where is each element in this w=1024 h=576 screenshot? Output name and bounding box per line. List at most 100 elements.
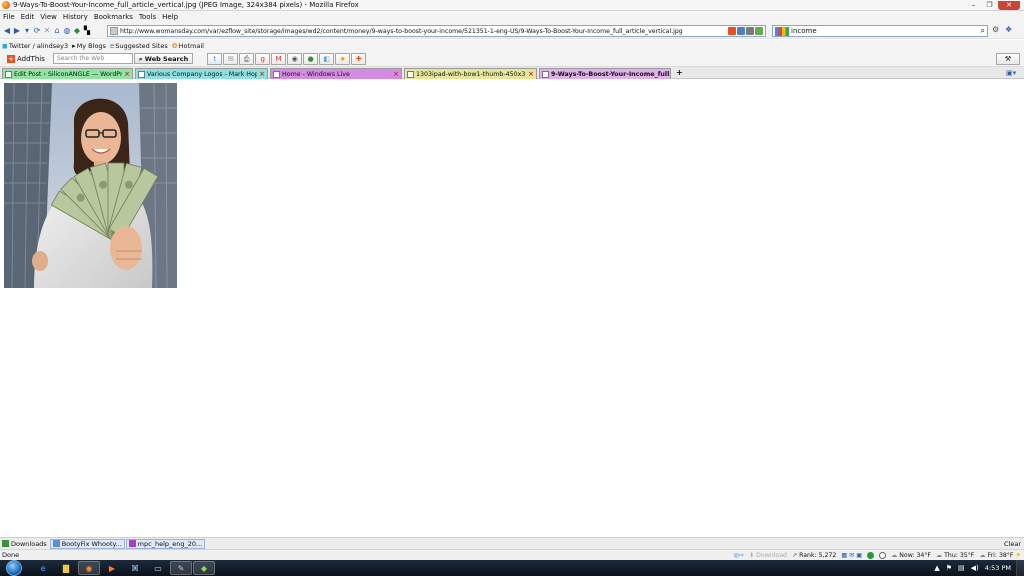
go-arrow-icon[interactable] bbox=[746, 27, 754, 35]
weather-thu[interactable]: ☁ Thu: 35°F bbox=[936, 552, 974, 559]
download-item[interactable]: mpc_help_eng_20... bbox=[125, 538, 206, 549]
taskbar-app-icon[interactable]: ◆ bbox=[193, 561, 215, 575]
window-title: 9-Ways-To-Boost-Your-Income_full_article… bbox=[13, 1, 359, 9]
tab-company-logos[interactable]: Various Company Logos - Mark Hopk... × bbox=[135, 68, 268, 79]
tab-close-icon[interactable]: × bbox=[124, 70, 130, 78]
taskbar-media-icon[interactable]: ▶ bbox=[101, 561, 123, 575]
search-input[interactable]: income bbox=[791, 27, 981, 35]
download-status[interactable]: ⬇ Download bbox=[749, 552, 787, 559]
status-bar: Done ◎⇨ ⬇ Download ↗ Rank: 5,272 ▦ ✉ ▣ ☁… bbox=[0, 549, 1024, 560]
twitter-share-icon[interactable]: t bbox=[207, 52, 223, 65]
menu-file[interactable]: File bbox=[0, 13, 18, 21]
windows-taskbar: e ▇ ◉ ▶ ⌘ ▭ ✎ ◆ ▲ ⚑ ▤ ◀) 4:53 PM bbox=[0, 560, 1024, 576]
menu-tools[interactable]: Tools bbox=[136, 13, 159, 21]
menu-bookmarks[interactable]: Bookmarks bbox=[91, 13, 136, 21]
rss-icon[interactable] bbox=[737, 27, 745, 35]
tray-volume-icon[interactable]: ◀) bbox=[971, 564, 979, 572]
taskbar-network-icon[interactable]: ⌘ bbox=[124, 561, 146, 575]
tab-wordpress[interactable]: Edit Post ‹ SiliconANGLE — WordPress × bbox=[2, 68, 133, 79]
menu-bar: File Edit View History Bookmarks Tools H… bbox=[0, 11, 1024, 22]
minimize-button[interactable]: – bbox=[966, 1, 981, 10]
forward-icon[interactable]: ▶ bbox=[12, 26, 22, 35]
new-tab-button[interactable]: + bbox=[676, 68, 683, 77]
taskbar-display-icon[interactable]: ▭ bbox=[147, 561, 169, 575]
web-search-button[interactable]: ⌕ Web Search bbox=[133, 53, 194, 64]
tab-windows-live[interactable]: Home - Windows Live × bbox=[270, 68, 402, 79]
reload-icon[interactable]: ⟳ bbox=[32, 26, 42, 35]
back-icon[interactable]: ◀ bbox=[2, 26, 12, 35]
downloads-button[interactable]: Downloads bbox=[0, 539, 49, 549]
email-icon[interactable]: ✉ bbox=[223, 52, 239, 65]
start-button[interactable] bbox=[6, 560, 22, 576]
stumble-icon[interactable]: ◉ bbox=[287, 52, 303, 65]
page-rank-icon[interactable] bbox=[755, 27, 763, 35]
firefox-logo-icon bbox=[2, 1, 10, 9]
ie-icon: e bbox=[109, 41, 115, 50]
web-search-input[interactable]: Search the Web bbox=[52, 53, 133, 64]
taskbar-ie-icon[interactable]: e bbox=[32, 561, 54, 575]
sync-icon[interactable]: ◍ bbox=[62, 26, 72, 35]
menu-view[interactable]: View bbox=[37, 13, 60, 21]
url-text[interactable]: http://www.womansday.com/var/ezflow_site… bbox=[120, 28, 728, 35]
image-favicon-icon bbox=[542, 70, 549, 78]
tab-current-image[interactable]: 9-Ways-To-Boost-Your-Income_full... bbox=[539, 68, 671, 79]
google-engine-icon[interactable] bbox=[775, 26, 789, 36]
network-status-icon[interactable]: ◎⇨ bbox=[733, 552, 744, 559]
close-window-button[interactable]: ✕ bbox=[998, 0, 1020, 10]
taskbar-firefox-icon[interactable]: ◉ bbox=[78, 561, 100, 575]
history-dropdown-icon[interactable]: ▾ bbox=[22, 26, 32, 35]
windows-live-favicon-icon bbox=[273, 70, 280, 78]
home-icon[interactable]: ⌂ bbox=[52, 26, 62, 35]
tray-network-icon[interactable]: ▤ bbox=[958, 564, 965, 572]
timer-icon[interactable] bbox=[879, 551, 887, 559]
show-desktop-button[interactable] bbox=[1016, 560, 1024, 576]
tab-close-icon[interactable]: × bbox=[393, 70, 399, 78]
weather-fri[interactable]: ☁ Fri: 38°F ☀ bbox=[979, 552, 1021, 559]
taskbar-explorer-icon[interactable]: ▇ bbox=[55, 561, 77, 575]
menu-help[interactable]: Help bbox=[159, 13, 181, 21]
delicious-icon[interactable]: ◧ bbox=[319, 52, 335, 65]
tab-close-icon[interactable]: × bbox=[528, 70, 534, 78]
bookmark-panel-icon[interactable]: ❖ bbox=[1005, 25, 1015, 36]
cloud-icon: ☁ bbox=[936, 551, 943, 559]
tab-ipad-thumb[interactable]: 1303ipad-with-bow1-thumb-450x355-... × bbox=[404, 68, 537, 79]
more-share-icon[interactable]: ✚ bbox=[351, 52, 367, 65]
gmail-icon[interactable]: M bbox=[271, 52, 287, 65]
alexa-rank[interactable]: ↗ Rank: 5,272 bbox=[792, 552, 836, 559]
window-title-bar: 9-Ways-To-Boost-Your-Income_full_article… bbox=[0, 0, 1024, 11]
addthis-url-icon[interactable] bbox=[728, 27, 736, 35]
navigation-toolbar: ◀ ▶ ▾ ⟳ ✕ ⌂ ◍ ◆ ▚ http://www.womansday.c… bbox=[0, 22, 1024, 39]
menu-edit[interactable]: Edit bbox=[18, 13, 38, 21]
tray-clock[interactable]: 4:53 PM bbox=[985, 564, 1011, 572]
woman-holding-cash-photo bbox=[4, 83, 177, 288]
google-bookmark-icon[interactable]: g bbox=[255, 52, 271, 65]
tab-list-icon[interactable]: ▣▾ bbox=[1006, 69, 1016, 77]
addthis-button[interactable]: + AddThis bbox=[7, 54, 45, 63]
print-icon[interactable]: ⎙ bbox=[239, 52, 255, 65]
online-status-icon[interactable] bbox=[867, 551, 875, 559]
stop-icon[interactable]: ✕ bbox=[42, 26, 52, 35]
favorites-icon[interactable]: ★ bbox=[335, 52, 351, 65]
url-bar[interactable]: http://www.womansday.com/var/ezflow_site… bbox=[107, 25, 766, 37]
weather-now[interactable]: ☁ Now: 34°F bbox=[891, 552, 931, 559]
download-item[interactable]: BootyFix Whooty... bbox=[49, 538, 125, 549]
digg-icon[interactable]: ● bbox=[303, 52, 319, 65]
clear-downloads-button[interactable]: Clear bbox=[1004, 540, 1021, 548]
bookmark-hotmail[interactable]: ✿ Hotmail bbox=[170, 42, 206, 50]
search-icon[interactable]: ⌕ bbox=[981, 26, 985, 36]
tray-flag-icon[interactable]: ⚑ bbox=[946, 564, 952, 572]
addon-green-icon[interactable]: ◆ bbox=[72, 26, 82, 35]
menu-history[interactable]: History bbox=[60, 13, 91, 21]
addon-gear-icon[interactable]: ⚙ bbox=[992, 25, 1002, 36]
bookmark-suggested-sites[interactable]: e Suggested Sites bbox=[108, 42, 170, 50]
search-bar[interactable]: income ⌕ bbox=[772, 25, 988, 37]
taskbar-tool-icon[interactable]: ✎ bbox=[170, 561, 192, 575]
addon-checker-icon[interactable]: ▚ bbox=[82, 26, 92, 35]
toolbar-options-icon[interactable]: ⚒ bbox=[996, 52, 1020, 65]
bookmark-twitter[interactable]: ◼ Twitter / alindsey3 bbox=[0, 42, 70, 50]
maximize-button[interactable]: ❐ bbox=[982, 1, 997, 10]
addon-status-icons[interactable]: ▦ ✉ ▣ bbox=[841, 552, 862, 559]
bookmark-my-blogs[interactable]: ▸ My Blogs bbox=[70, 42, 108, 50]
tab-close-icon[interactable]: × bbox=[259, 70, 265, 78]
tray-expand-icon[interactable]: ▲ bbox=[934, 564, 939, 572]
